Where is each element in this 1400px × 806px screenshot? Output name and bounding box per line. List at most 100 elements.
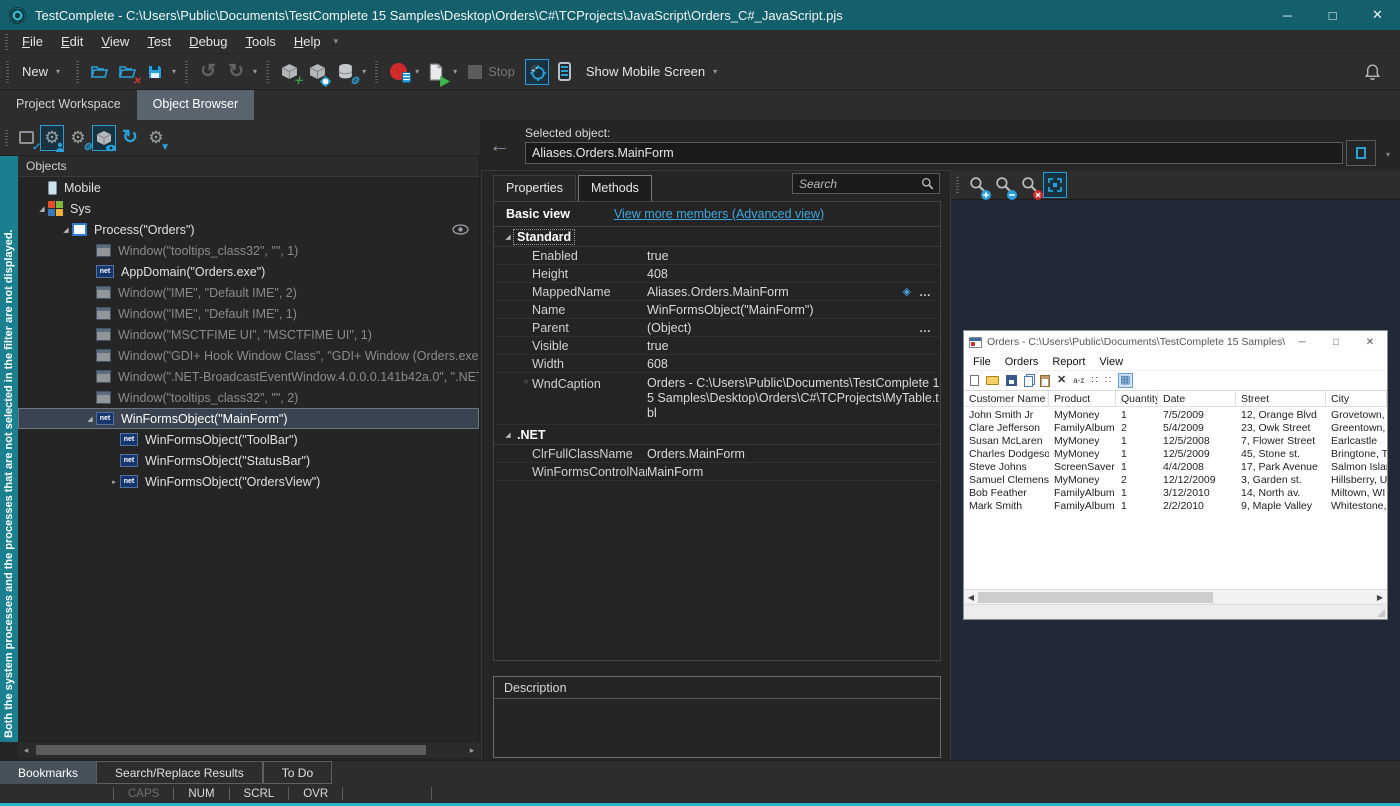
data-generator-button[interactable]: ⚙ [333, 59, 357, 85]
tab-object-browser[interactable]: Object Browser [137, 90, 254, 120]
property-row[interactable]: Name WinFormsObject("MainForm") [494, 301, 940, 319]
copy-icon[interactable] [1024, 376, 1033, 387]
orders-horizontal-scrollbar[interactable]: ◀ ▶ [964, 589, 1387, 604]
tree-item-process-orders[interactable]: ◢ Process("Orders") [18, 219, 479, 240]
copy-object-name-button[interactable] [1346, 140, 1376, 166]
column-header[interactable]: Date [1158, 391, 1236, 406]
eye-icon[interactable] [452, 224, 469, 235]
minimize-button[interactable]: ─ [1265, 0, 1310, 30]
property-row[interactable]: WinFormsControlName MainForm [494, 463, 940, 481]
menu-test[interactable]: Test [138, 32, 180, 51]
scroll-left-icon[interactable]: ◂ [18, 745, 34, 756]
ellipsis-button[interactable]: … [919, 285, 932, 299]
property-row[interactable]: ○ WndCaption Orders - C:\Users\Public\Do… [494, 373, 940, 425]
property-row[interactable]: Enabled true [494, 247, 940, 265]
tree-item-appdomain[interactable]: net AppDomain("Orders.exe") [18, 261, 479, 282]
scrollbar-thumb[interactable] [978, 592, 1213, 603]
show-process-tree-button[interactable]: ⚙ [40, 125, 64, 151]
close-file-button[interactable]: ✕ [115, 59, 139, 85]
tree-item-window[interactable]: Window("IME", "Default IME", 1) [18, 303, 479, 324]
new-document-icon[interactable] [970, 375, 979, 386]
tab-search-replace-results[interactable]: Search/Replace Results [96, 761, 263, 784]
maximize-button[interactable]: □ [1310, 0, 1355, 30]
menu-tools[interactable]: Tools [236, 32, 284, 51]
column-header[interactable]: City [1326, 391, 1387, 406]
highlight-object-button[interactable]: ✓ [14, 125, 38, 151]
fit-to-window-button[interactable] [1043, 172, 1067, 198]
details-view-icon[interactable]: ▦ [1118, 373, 1132, 388]
expander-open-icon[interactable]: ◢ [36, 205, 48, 213]
tree-item-window[interactable]: Window(".NET-BroadcastEventWindow.4.0.0.… [18, 366, 479, 387]
menu-help[interactable]: Help [285, 32, 330, 51]
property-row[interactable]: MappedName Aliases.Orders.MainForm ◈ … [494, 283, 940, 301]
zoom-in-button[interactable] [965, 172, 989, 198]
view-hidden-objects-button[interactable] [92, 125, 116, 151]
open-file-button[interactable] [87, 59, 111, 85]
filter-settings-button[interactable]: ⚙ ▼ [144, 125, 168, 151]
tab-methods[interactable]: Methods [578, 175, 652, 202]
show-mobile-screen-button[interactable]: Show Mobile Screen▾ [579, 64, 727, 79]
tree-item-sys[interactable]: ◢ Sys [18, 198, 479, 219]
tree-item-ordersview[interactable]: ▸ net WinFormsObject("OrdersView") [18, 471, 479, 492]
save-icon[interactable] [1006, 375, 1017, 386]
tree-item-mainform[interactable]: ◢ net WinFormsObject("MainForm") [18, 408, 479, 429]
tree-item-window[interactable]: Window("tooltips_class32", "", 2) [18, 387, 479, 408]
selected-object-input[interactable] [525, 142, 1343, 164]
property-row[interactable]: Width 608 [494, 355, 940, 373]
undo-button[interactable]: ↺ [196, 59, 220, 85]
property-row[interactable]: Parent (Object) … [494, 319, 940, 337]
scroll-right-icon[interactable]: ▶ [1373, 593, 1387, 602]
notifications-button[interactable] [1360, 59, 1384, 85]
orders-menu-file[interactable]: File [966, 356, 998, 368]
scroll-right-icon[interactable]: ▸ [464, 745, 480, 756]
zoom-reset-button[interactable] [1017, 172, 1041, 198]
property-row[interactable]: Height 408 [494, 265, 940, 283]
open-folder-icon[interactable] [986, 376, 999, 385]
copy-caret-icon[interactable]: ▾ [1386, 150, 1390, 159]
column-header[interactable]: Quantity [1116, 391, 1158, 406]
tree-item-mobile[interactable]: Mobile [18, 177, 479, 198]
menu-overflow-caret[interactable]: ▾ [334, 36, 339, 47]
scroll-left-icon[interactable]: ◀ [964, 593, 978, 602]
tab-properties[interactable]: Properties [493, 175, 576, 202]
refresh-button[interactable]: ↻ [118, 125, 142, 151]
ellipsis-button[interactable]: … [919, 321, 932, 335]
orders-menu-orders[interactable]: Orders [998, 356, 1046, 368]
services-button[interactable]: ⚙ ⚙ [66, 125, 90, 151]
redo-button[interactable]: ↻ [224, 59, 248, 85]
list-view-icon[interactable]: ∷ [1105, 376, 1111, 386]
redo-caret-icon[interactable]: ▾ [253, 67, 257, 76]
delete-icon[interactable]: ✕ [1057, 375, 1066, 386]
object-spy-button[interactable] [525, 59, 549, 85]
property-row[interactable]: ClrFullClassName Orders.MainForm [494, 445, 940, 463]
save-button[interactable] [143, 59, 167, 85]
objects-horizontal-scrollbar[interactable]: ◂ ▸ [18, 742, 480, 758]
record-caret-icon[interactable]: ▾ [415, 67, 419, 76]
save-caret-icon[interactable]: ▾ [172, 67, 176, 76]
orders-menu-report[interactable]: Report [1045, 356, 1092, 368]
zoom-out-button[interactable] [991, 172, 1015, 198]
column-header[interactable]: Product [1049, 391, 1116, 406]
orders-minimize-button[interactable]: ─ [1285, 337, 1319, 348]
orders-close-button[interactable]: ✕ [1353, 337, 1387, 348]
mobile-screen-button[interactable] [553, 59, 577, 85]
scrollbar-thumb[interactable] [36, 745, 426, 755]
menu-file[interactable]: File [13, 32, 52, 51]
tree-item-window[interactable]: Window("MSCTFIME UI", "MSCTFIME UI", 1) [18, 324, 479, 345]
property-search-input[interactable] [793, 177, 921, 191]
menu-debug[interactable]: Debug [180, 32, 236, 51]
expander-open-icon[interactable]: ◢ [84, 415, 96, 423]
tab-to-do[interactable]: To Do [263, 761, 332, 784]
resize-grip-icon[interactable] [1377, 609, 1385, 617]
orders-menu-view[interactable]: View [1092, 356, 1130, 368]
category-standard[interactable]: ◢ Standard [494, 227, 940, 247]
map-object-from-screen-button[interactable] [305, 59, 329, 85]
run-caret-icon[interactable]: ▾ [453, 67, 457, 76]
advanced-view-link[interactable]: View more members (Advanced view) [614, 207, 824, 221]
sort-icon[interactable]: a-z [1073, 376, 1084, 385]
run-test-button[interactable] [424, 59, 448, 85]
tree-item-window[interactable]: Window("GDI+ Hook Window Class", "GDI+ W… [18, 345, 479, 366]
paste-icon[interactable] [1040, 375, 1050, 387]
tree-item-toolbar[interactable]: net WinFormsObject("ToolBar") [18, 429, 479, 450]
tree-item-window[interactable]: Window("IME", "Default IME", 2) [18, 282, 479, 303]
